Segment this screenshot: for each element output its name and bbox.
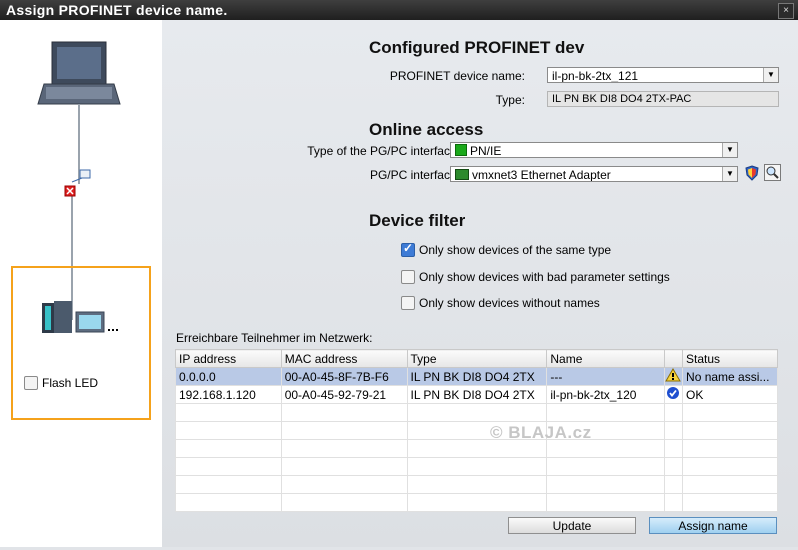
interface-value[interactable]: vmxnet3 Ethernet Adapter bbox=[472, 168, 611, 181]
type-label: Type: bbox=[495, 93, 525, 107]
assign-name-button[interactable]: Assign name bbox=[649, 517, 777, 534]
table-row bbox=[175, 403, 778, 422]
table-row bbox=[175, 493, 778, 512]
chevron-down-icon[interactable]: ▼ bbox=[763, 68, 778, 82]
shield-icon[interactable] bbox=[744, 165, 760, 181]
flash-led-checkbox[interactable]: Flash LED bbox=[24, 376, 98, 390]
device-name-value[interactable]: il-pn-bk-2tx_121 bbox=[552, 69, 638, 82]
type-cell[interactable]: IL PN BK DI8 DO4 2TX bbox=[406, 367, 548, 386]
mac-cell[interactable]: 00-A0-45-8F-7B-F6 bbox=[280, 367, 408, 386]
topology-panel: Flash LED bbox=[0, 20, 162, 547]
error-icon bbox=[64, 185, 76, 197]
table-row[interactable]: 192.168.1.120 00-A0-45-92-79-21 IL PN BK… bbox=[175, 385, 778, 404]
column-header[interactable]: MAC address bbox=[280, 349, 408, 368]
table-row bbox=[175, 421, 778, 440]
status-cell[interactable]: OK bbox=[682, 385, 778, 404]
filter-same-type[interactable]: Only show devices of the same type bbox=[401, 241, 612, 257]
title-bar: Assign PROFINET device name. × bbox=[0, 0, 798, 20]
column-header[interactable]: Name bbox=[546, 349, 666, 368]
type-value: IL PN BK DI8 DO4 2TX-PAC bbox=[552, 93, 692, 105]
flash-led-label: Flash LED bbox=[42, 376, 99, 390]
network-port-icon bbox=[71, 169, 91, 183]
chevron-down-icon[interactable]: ▼ bbox=[722, 167, 737, 181]
table-row bbox=[175, 439, 778, 458]
interface-combo[interactable]: vmxnet3 Ethernet Adapter ▼ bbox=[450, 166, 738, 182]
pn-ie-icon bbox=[455, 144, 467, 156]
filter-bad-params[interactable]: Only show devices with bad parameter set… bbox=[401, 270, 670, 284]
filter-no-names-box[interactable] bbox=[401, 296, 415, 310]
network-table[interactable]: IP address MAC address Type Name Status … bbox=[175, 349, 778, 512]
interface-type-value[interactable]: PN/IE bbox=[470, 144, 501, 157]
mac-cell[interactable]: 00-A0-45-92-79-21 bbox=[280, 385, 408, 404]
filter-bad-params-box[interactable] bbox=[401, 270, 415, 284]
type-field: IL PN BK DI8 DO4 2TX-PAC bbox=[547, 91, 779, 107]
interface-type-label: Type of the PG/PC interface: bbox=[307, 144, 460, 158]
device-highlight-frame bbox=[11, 266, 151, 420]
status-cell[interactable]: No name assi... bbox=[682, 367, 778, 386]
network-caption: Erreichbare Teilnehmer im Netzwerk: bbox=[176, 331, 373, 345]
watermark: © BLAJA.cz bbox=[490, 423, 592, 442]
close-icon[interactable]: × bbox=[778, 3, 794, 19]
interface-label: PG/PC interface: bbox=[369, 168, 460, 182]
type-cell[interactable]: IL PN BK DI8 DO4 2TX bbox=[406, 385, 548, 404]
filter-no-names[interactable]: Only show devices without names bbox=[401, 296, 600, 310]
update-button[interactable]: Update bbox=[508, 517, 636, 534]
topology-view bbox=[11, 41, 151, 420]
window-title: Assign PROFINET device name. bbox=[6, 2, 228, 18]
filter-heading: Device filter bbox=[369, 211, 466, 230]
name-cell[interactable]: il-pn-bk-2tx_120 bbox=[546, 385, 666, 404]
status-icon-cell bbox=[664, 367, 684, 386]
ip-cell[interactable]: 0.0.0.0 bbox=[175, 367, 282, 386]
table-row[interactable]: 0.0.0.0 00-A0-45-8F-7B-F6 IL PN BK DI8 D… bbox=[175, 367, 778, 386]
flash-led-box[interactable] bbox=[24, 376, 38, 390]
filter-same-type-box[interactable] bbox=[401, 241, 415, 257]
search-icon[interactable] bbox=[764, 164, 781, 181]
filter-bad-params-label: Only show devices with bad parameter set… bbox=[419, 270, 670, 284]
check-icon bbox=[667, 387, 680, 399]
warning-icon bbox=[665, 368, 681, 382]
status-icon-cell bbox=[664, 385, 684, 404]
pc-icon bbox=[37, 41, 121, 105]
online-heading: Online access bbox=[369, 120, 484, 139]
configured-heading: Configured PROFINET dev bbox=[369, 38, 585, 57]
device-icon bbox=[42, 301, 118, 333]
column-header[interactable]: IP address bbox=[175, 349, 282, 368]
network-adapter-icon bbox=[455, 169, 469, 180]
name-cell[interactable]: --- bbox=[546, 367, 666, 386]
ip-cell[interactable]: 192.168.1.120 bbox=[175, 385, 282, 404]
table-header: IP address MAC address Type Name Status bbox=[175, 349, 778, 368]
device-name-combo[interactable]: il-pn-bk-2tx_121 ▼ bbox=[547, 67, 779, 83]
column-header[interactable] bbox=[664, 349, 684, 368]
column-header[interactable]: Type bbox=[406, 349, 548, 368]
column-header[interactable]: Status bbox=[682, 349, 778, 368]
device-name-label: PROFINET device name: bbox=[389, 69, 525, 83]
filter-same-type-label: Only show devices of the same type bbox=[419, 243, 612, 257]
table-row bbox=[175, 475, 778, 494]
table-row bbox=[175, 457, 778, 476]
interface-type-combo[interactable]: PN/IE ▼ bbox=[450, 142, 738, 158]
filter-no-names-label: Only show devices without names bbox=[419, 296, 600, 310]
chevron-down-icon[interactable]: ▼ bbox=[722, 143, 737, 157]
